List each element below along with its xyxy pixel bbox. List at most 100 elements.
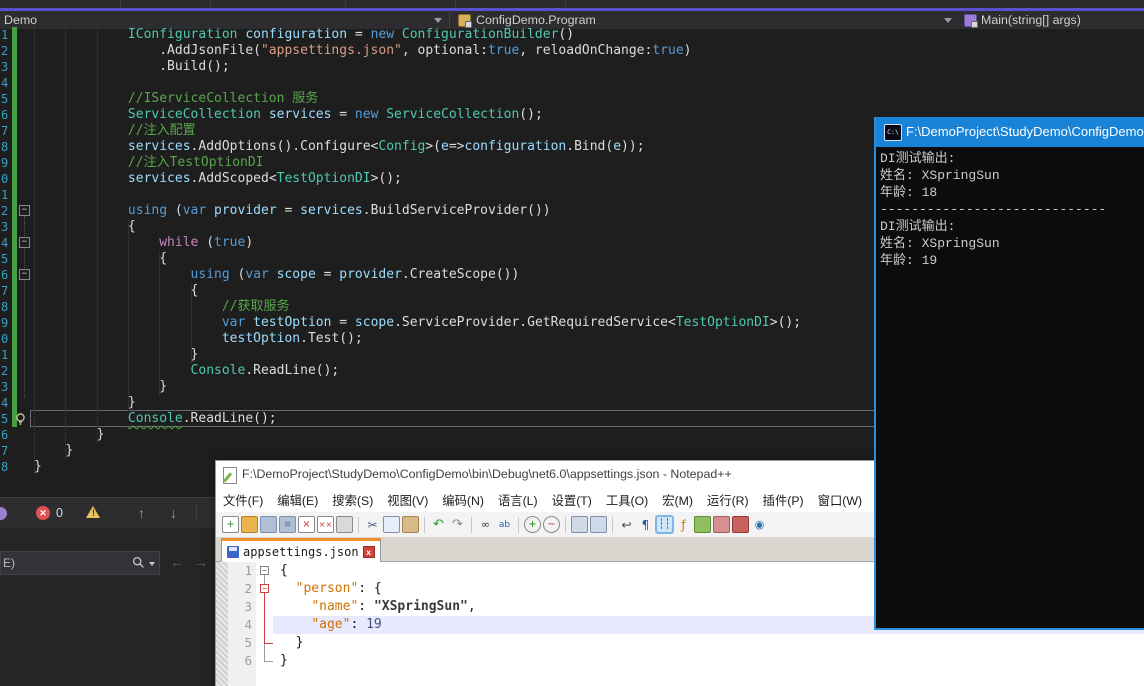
console-window: C:\ F:\DemoProject\StudyDemo\ConfigDemo\… [874,117,1144,630]
code-token: provider [339,267,402,282]
menu-item[interactable]: 语言(L) [491,491,545,509]
code-token: true [488,43,519,58]
indent-guide [128,220,129,411]
open-file-icon[interactable] [241,516,258,533]
json-token: , [468,599,476,614]
code-token: ( [198,235,214,250]
fold-collapse-icon[interactable]: − [19,205,30,216]
zoom-in-icon[interactable]: + [524,516,541,533]
line-number: 3 [1,379,9,395]
forward-arrow-icon[interactable]: → [194,554,208,570]
tab-appsettings-json[interactable]: appsettings.json x [221,538,381,562]
menu-item[interactable]: 运行(R) [700,491,756,509]
document-list-icon[interactable] [713,516,730,533]
copy-icon[interactable] [383,516,400,533]
line-number: 5 [1,411,9,427]
menu-item[interactable]: 编码(N) [435,491,491,509]
vs-document-tabstrip[interactable] [0,0,1144,8]
menu-item[interactable]: 插件(P) [756,491,811,509]
tab-separator [120,0,121,8]
code-token: { [128,219,136,234]
json-text: } [280,652,288,670]
search-options-arrow-icon[interactable] [149,562,155,566]
fold-collapse-icon[interactable]: − [260,584,269,593]
code-token: >(); [770,315,801,330]
zoom-out-icon[interactable]: − [543,516,560,533]
menu-item[interactable]: 文件(F) [216,491,270,509]
json-line[interactable]: 6} [216,652,1144,670]
code-text: } [34,443,73,459]
menu-item[interactable]: 工具(O) [599,491,655,509]
nav-separator [449,12,450,28]
sync-vertical-icon[interactable] [571,516,588,533]
menu-item[interactable]: 宏(M) [655,491,700,509]
code-line[interactable]: 3 .Build(); [0,59,1144,75]
lightbulb-icon[interactable] [14,412,27,430]
indent-guide [159,252,160,395]
document-map-icon[interactable] [694,516,711,533]
folder-as-workspace-icon[interactable] [732,516,749,533]
redo-icon[interactable]: ↷ [449,516,466,533]
sync-horizontal-icon[interactable] [590,516,607,533]
save-icon[interactable] [260,516,277,533]
next-item-button[interactable]: ↓ [170,498,177,528]
code-token: var [245,267,268,282]
code-token: //IServiceCollection 服务 [128,91,318,106]
project-dropdown-arrow-icon[interactable] [434,18,442,23]
code-line[interactable]: 1 IConfiguration configuration = new Con… [0,27,1144,43]
toolbar-separator [518,517,519,533]
print-icon[interactable] [336,516,353,533]
save-all-icon[interactable]: ≡ [279,516,296,533]
code-token: //获取服务 [222,299,290,314]
json-token: { [280,563,288,578]
code-token: new [371,27,394,42]
code-token: true [652,43,683,58]
code-token: ) [684,43,692,58]
indent-guide-icon[interactable]: ┆┆ [656,516,673,533]
previous-item-button[interactable]: ↑ [138,498,145,528]
menu-item[interactable]: 编辑(E) [270,491,325,509]
console-titlebar[interactable]: C:\ F:\DemoProject\StudyDemo\ConfigDemo\ [876,117,1144,147]
line-number: 8 [1,139,9,155]
menu-item[interactable]: 窗口(W) [811,491,869,509]
function-list-icon[interactable]: ƒ [675,516,692,533]
word-wrap-icon[interactable]: ↩ [618,516,635,533]
console-output[interactable]: DI测试输出:姓名: XSpringSun年龄: 18-------------… [880,150,1144,628]
type-dropdown-arrow-icon[interactable] [944,18,952,23]
menu-item[interactable]: 设置(T) [545,491,599,509]
code-line[interactable]: 2 .AddJsonFile("appsettings.json", optio… [0,43,1144,59]
monitoring-icon[interactable]: ◉ [751,516,768,533]
back-arrow-icon[interactable]: ← [170,554,184,570]
show-all-characters-icon[interactable]: ¶ [637,516,654,533]
close-all-icon[interactable]: ×× [317,516,334,533]
code-token: .ReadLine(); [183,411,277,426]
fold-collapse-icon[interactable]: − [19,237,30,248]
new-file-icon[interactable]: + [222,516,239,533]
cut-icon[interactable]: ✂ [364,516,381,533]
fold-collapse-icon[interactable]: − [260,566,269,575]
errors-icon[interactable]: ✕ [36,506,50,520]
fold-collapse-icon[interactable]: − [19,269,30,280]
line-number: 7 [1,283,9,299]
close-icon[interactable]: × [298,516,315,533]
json-token [280,581,296,596]
line-number: 2 [1,363,9,379]
menu-item[interactable]: 搜索(S) [325,491,380,509]
code-line[interactable]: 4 [0,75,1144,91]
replace-icon[interactable]: ab [496,516,513,533]
line-number: 4 [1,395,9,411]
tab-separator [455,0,456,8]
code-token: >(); [371,171,402,186]
tab-close-icon[interactable]: x [363,546,375,558]
paste-icon[interactable] [402,516,419,533]
json-line[interactable]: 5 } [216,634,1144,652]
menu-item[interactable]: 视图(V) [380,491,435,509]
cmd-icon: C:\ [884,124,902,141]
undo-icon[interactable]: ↶ [430,516,447,533]
code-line[interactable]: 5 //IServiceCollection 服务 [0,91,1144,107]
find-icon[interactable]: ∞ [477,516,494,533]
errors-count[interactable]: 0 [56,498,63,528]
suggestion-bulb-icon[interactable] [0,507,7,520]
search-icon[interactable] [132,556,145,574]
code-text: using (var provider = services.BuildServ… [34,203,551,219]
